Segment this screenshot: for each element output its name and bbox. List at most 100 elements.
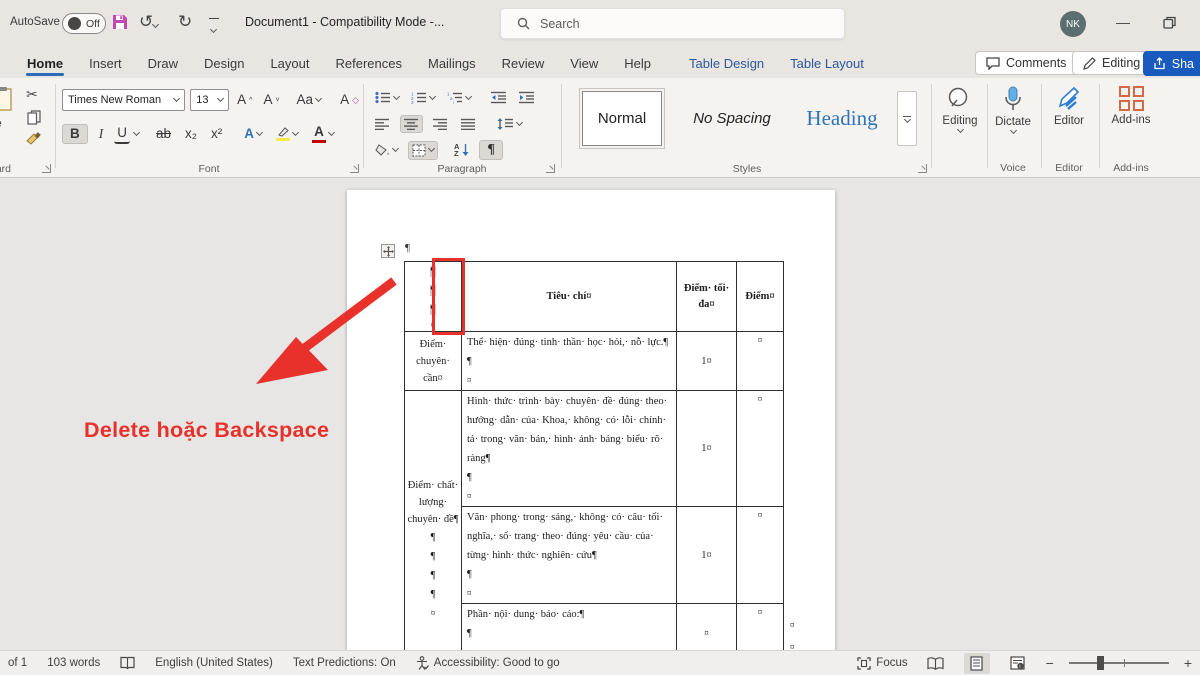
font-name-select[interactable]: Times New Roman: [62, 89, 185, 111]
sort-button[interactable]: AZ: [451, 141, 472, 159]
qat-customize-icon[interactable]: [209, 18, 219, 37]
language-indicator[interactable]: English (United States): [155, 657, 273, 669]
font-size-select[interactable]: 13: [190, 89, 229, 111]
header-criteria[interactable]: Tiêu· chí¤: [462, 262, 677, 332]
table-move-handle[interactable]: [381, 244, 395, 258]
max-score-cell[interactable]: 1¤: [677, 391, 737, 507]
proofing-icon[interactable]: [120, 656, 135, 670]
print-layout-button[interactable]: [964, 653, 990, 674]
strikethrough-button[interactable]: ab: [153, 125, 174, 143]
avatar[interactable]: NK: [1060, 11, 1086, 37]
chevron-down-icon[interactable]: [133, 129, 140, 136]
restore-button[interactable]: [1163, 16, 1176, 29]
read-mode-button[interactable]: [923, 653, 949, 674]
row-label-attendance[interactable]: Điểm· chuyên· cần¤: [405, 332, 462, 391]
justify-button[interactable]: [458, 116, 479, 132]
page-indicator[interactable]: of 1: [8, 657, 27, 669]
bold-button[interactable]: B: [62, 124, 88, 144]
criteria-cell[interactable]: Thể· hiện· đúng· tinh· thần· học· hỏi,· …: [462, 332, 677, 391]
tab-table-design[interactable]: Table Design: [686, 48, 767, 78]
tab-table-layout[interactable]: Table Layout: [787, 48, 867, 78]
change-case-button[interactable]: Aa: [294, 91, 325, 109]
paste-label-partial[interactable]: te: [0, 118, 2, 130]
web-layout-button[interactable]: i: [1005, 653, 1031, 674]
tab-draw[interactable]: Draw: [145, 48, 181, 78]
italic-button[interactable]: I: [96, 125, 107, 143]
add-ins-button[interactable]: Add-ins: [1102, 86, 1160, 126]
tab-view[interactable]: View: [567, 48, 601, 78]
show-hide-marks-button[interactable]: ¶: [479, 140, 503, 160]
comments-button[interactable]: Comments: [975, 51, 1077, 75]
max-score-cell[interactable]: 1¤: [677, 507, 737, 604]
decrease-indent-button[interactable]: [488, 89, 510, 106]
paste-icon[interactable]: [0, 86, 16, 112]
criteria-cell[interactable]: Hình· thức· trình· bày· chuyên· đề· đúng…: [462, 391, 677, 507]
align-right-button[interactable]: [430, 116, 451, 132]
redo-icon[interactable]: ↻: [178, 12, 192, 32]
highlight-button[interactable]: [273, 125, 301, 144]
row-label-quality[interactable]: Điểm· chất· lượng· chuyên· đề¶ ¶¶¶¶¤: [405, 391, 462, 651]
style-normal[interactable]: Normal: [582, 91, 662, 146]
line-spacing-button[interactable]: [494, 116, 525, 132]
criteria-cell[interactable]: Văn· phong· trong· sáng,· không· có· câu…: [462, 507, 677, 604]
shading-button[interactable]: [372, 142, 401, 159]
word-count[interactable]: 103 words: [47, 657, 100, 669]
tab-review[interactable]: Review: [499, 48, 548, 78]
text-predictions[interactable]: Text Predictions: On: [293, 657, 396, 669]
undo-icon[interactable]: ↺: [139, 12, 158, 32]
minimize-button[interactable]: —: [1116, 14, 1130, 30]
align-center-button[interactable]: [400, 115, 423, 133]
copy-icon[interactable]: [27, 110, 41, 125]
multilevel-list-button[interactable]: 1ai: [444, 89, 474, 106]
style-no-spacing[interactable]: No Spacing: [676, 91, 788, 146]
autosave-toggle[interactable]: Off: [62, 13, 106, 34]
focus-button[interactable]: Focus: [857, 657, 907, 670]
accessibility-status[interactable]: Accessibility: Good to go: [416, 656, 560, 670]
max-score-cell[interactable]: 1¤: [677, 332, 737, 391]
numbering-button[interactable]: 123: [408, 89, 438, 106]
underline-button[interactable]: U: [114, 124, 130, 144]
text-effects-button[interactable]: A: [241, 125, 265, 143]
tab-home[interactable]: Home: [24, 48, 66, 78]
styles-dialog-launcher-icon[interactable]: [918, 164, 927, 173]
criteria-cell[interactable]: Phần· nội· dung· báo· cáo:¶¶¤: [462, 604, 677, 651]
max-score-cell[interactable]: ¤: [677, 604, 737, 651]
format-painter-icon[interactable]: [26, 132, 41, 147]
document-page[interactable]: ¶ ¶ ¶ ¶ ¤ Tiêu· chí¤ Điểm· tối· đa¤ Điểm…: [347, 190, 835, 650]
tab-help[interactable]: Help: [621, 48, 654, 78]
search-input[interactable]: Search: [500, 8, 845, 39]
bullets-button[interactable]: [372, 89, 402, 106]
superscript-button[interactable]: x²: [208, 125, 225, 143]
zoom-in-button[interactable]: +: [1184, 655, 1192, 671]
increase-indent-button[interactable]: [516, 89, 538, 106]
editor-button[interactable]: Editor: [1042, 86, 1096, 127]
clipboard-dialog-launcher-icon[interactable]: [42, 164, 51, 173]
score-cell[interactable]: ¤: [737, 507, 784, 604]
tab-mailings[interactable]: Mailings: [425, 48, 479, 78]
tab-insert[interactable]: Insert: [86, 48, 125, 78]
score-cell[interactable]: ¤: [737, 391, 784, 507]
font-color-button[interactable]: A: [309, 123, 337, 145]
header-score[interactable]: Điểm¤: [737, 262, 784, 332]
dictate-button[interactable]: Dictate: [988, 86, 1038, 133]
paragraph-dialog-launcher-icon[interactable]: [546, 164, 555, 173]
tab-design[interactable]: Design: [201, 48, 247, 78]
font-dialog-launcher-icon[interactable]: [350, 164, 359, 173]
tab-references[interactable]: References: [333, 48, 405, 78]
score-cell[interactable]: ¤: [737, 604, 784, 651]
zoom-out-button[interactable]: −: [1046, 655, 1054, 671]
borders-button[interactable]: [408, 141, 438, 160]
zoom-slider[interactable]: [1069, 662, 1169, 664]
subscript-button[interactable]: x₂: [182, 125, 200, 143]
style-heading[interactable]: Heading: [792, 91, 892, 146]
tab-layout[interactable]: Layout: [267, 48, 312, 78]
score-cell[interactable]: ¤: [737, 332, 784, 391]
align-left-button[interactable]: [372, 116, 393, 132]
save-icon[interactable]: [112, 14, 128, 30]
clear-formatting-button[interactable]: A◇: [337, 91, 362, 109]
shrink-font-button[interactable]: A˅: [260, 91, 282, 109]
cut-icon[interactable]: ✂: [26, 86, 38, 103]
editing-menu-button[interactable]: Editing: [936, 86, 984, 132]
header-max-score[interactable]: Điểm· tối· đa¤: [677, 262, 737, 332]
zoom-slider-thumb[interactable]: [1097, 656, 1104, 670]
